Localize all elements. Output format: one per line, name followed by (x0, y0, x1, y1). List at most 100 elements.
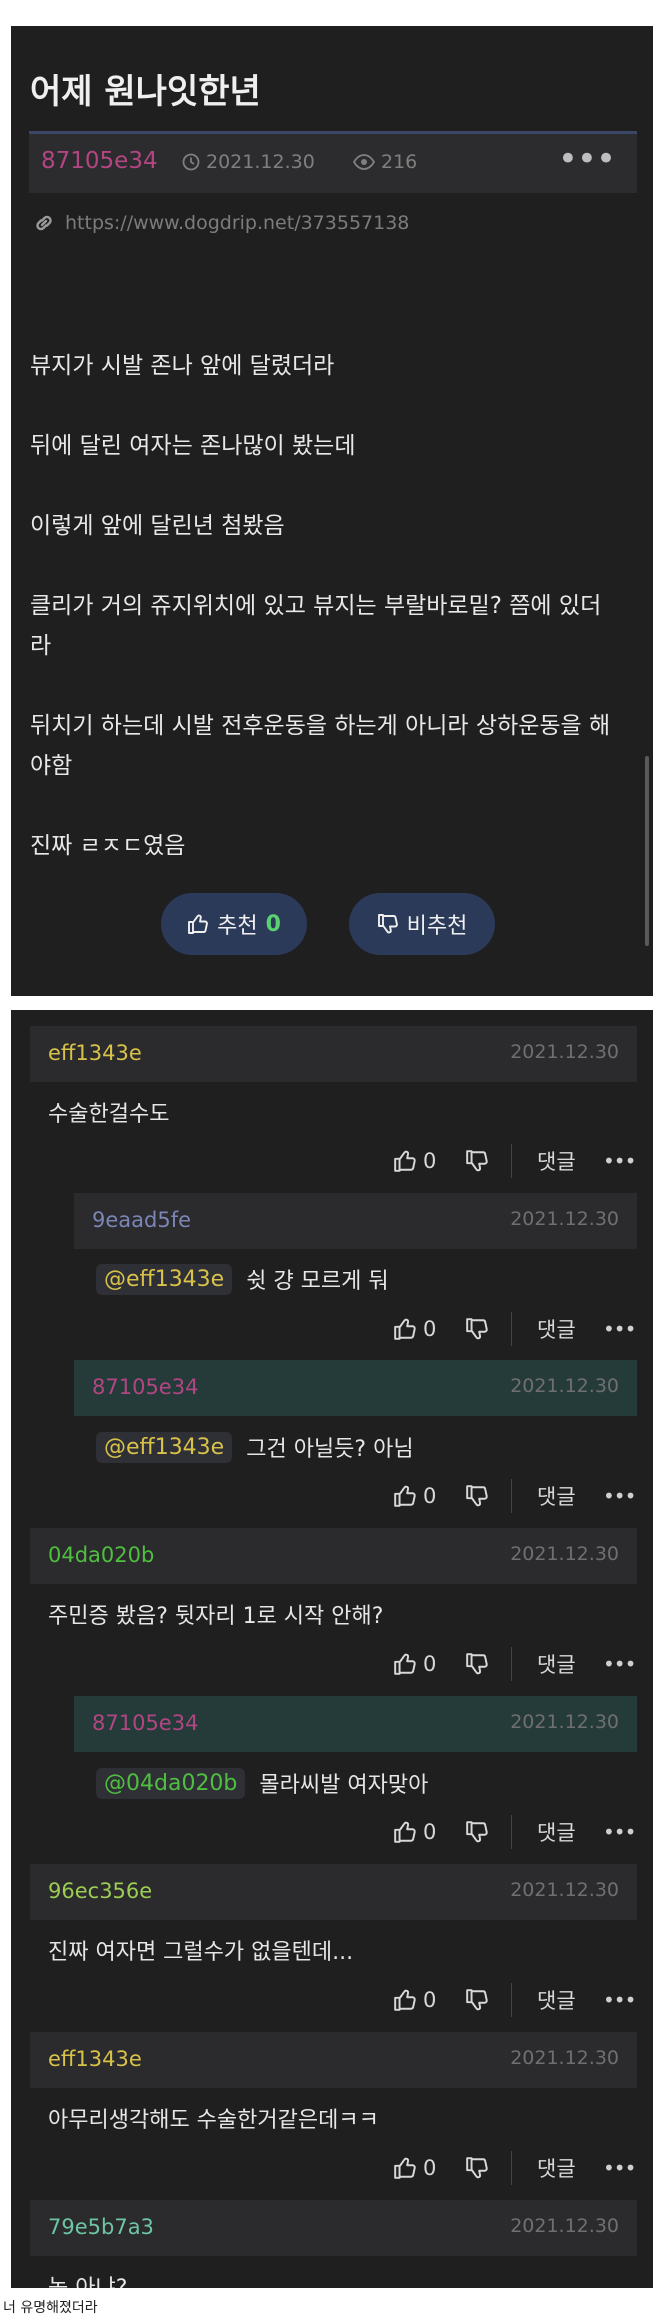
comment-date: 2021.12.30 (510, 2215, 619, 2237)
post-date-text: 2021.12.30 (206, 151, 315, 173)
link-icon (36, 215, 52, 231)
comment-text: 수술한걸수도 (48, 1102, 170, 1127)
thumbs-up-icon (394, 1485, 416, 1507)
comment-like-button[interactable]: 0 (393, 1820, 436, 1844)
comment-reply-button[interactable]: 댓글 (537, 1146, 576, 1176)
comment-actions: 0 댓글 ••• (393, 1476, 653, 1516)
post-body: 뷰지가 시발 존나 앞에 달렸더라 뒤에 달린 여자는 존나많이 봤는데 이렇게… (30, 346, 640, 906)
comment-header: 04da020b 2021.12.30 (30, 1528, 637, 1584)
comment-like-count: 0 (423, 1988, 437, 2012)
comment-like-count: 0 (423, 1820, 437, 1844)
comment-dislike-button[interactable] (465, 1820, 489, 1844)
comment-like-button[interactable]: 0 (393, 1149, 436, 1173)
post-paragraph: 뷰지가 시발 존나 앞에 달렸더라 (30, 353, 335, 379)
action-separator (511, 1815, 512, 1849)
comment-like-count: 0 (423, 1652, 437, 1676)
comment-more-button[interactable]: ••• (603, 1988, 636, 2012)
comment-more-button[interactable]: ••• (603, 1317, 636, 1341)
comment-header: 9eaad5fe 2021.12.30 (74, 1193, 637, 1249)
comment-dislike-button[interactable] (465, 1149, 489, 1173)
comment-mention[interactable]: @04da020b (96, 1767, 246, 1799)
comments-panel: eff1343e 2021.12.30 수술한걸수도 0 댓글 ••• 9eaa… (11, 1010, 653, 2288)
comment-like-count: 0 (423, 2156, 437, 2180)
post-views: 216 (353, 151, 417, 173)
post-link[interactable]: https://www.dogdrip.net/373557138 (33, 212, 409, 234)
comment-date: 2021.12.30 (510, 1543, 619, 1565)
thumbs-down-icon (466, 1821, 488, 1843)
comment-reply-button[interactable]: 댓글 (537, 2153, 576, 2183)
comment-more-button[interactable]: ••• (603, 1820, 636, 1844)
clock-icon (182, 153, 200, 171)
comment-like-count: 0 (423, 1149, 437, 1173)
downvote-label: 비추천 (406, 914, 468, 939)
comment-mention[interactable]: @eff1343e (96, 1431, 233, 1463)
comment-more-button[interactable]: ••• (603, 1652, 636, 1676)
post-paragraph: 이렇게 앞에 달린년 첨봤음 (30, 513, 285, 539)
comment-author[interactable]: 87105e34 (92, 1375, 198, 1399)
upvote-count: 0 (265, 911, 281, 937)
comment-like-button[interactable]: 0 (393, 1988, 436, 2012)
comment-reply-button[interactable]: 댓글 (537, 1817, 576, 1847)
comment-reply-button[interactable]: 댓글 (537, 1314, 576, 1344)
comment-date: 2021.12.30 (510, 1711, 619, 1733)
post-paragraph: 뒤치기 하는데 시발 전후운동을 하는게 아니라 상하운동을 해 야함 (30, 713, 611, 779)
thumbs-up-icon (394, 1653, 416, 1675)
comment-reply-button[interactable]: 댓글 (537, 1481, 576, 1511)
post-views-count: 216 (381, 151, 418, 173)
thumbs-up-icon (394, 1150, 416, 1172)
comment-dislike-button[interactable] (465, 2156, 489, 2180)
post-more-button[interactable]: ••• (558, 139, 616, 179)
thumbs-down-icon (377, 914, 398, 934)
scrollbar-thumb[interactable] (645, 756, 649, 946)
comment-reply-button[interactable]: 댓글 (537, 1649, 576, 1679)
downvote-button[interactable]: 비추천 (349, 893, 495, 955)
comment-like-count: 0 (423, 1317, 437, 1341)
post-url[interactable]: https://www.dogdrip.net/373557138 (65, 212, 409, 234)
comment-author[interactable]: 9eaad5fe (92, 1208, 191, 1232)
comment-dislike-button[interactable] (465, 1652, 489, 1676)
action-separator (511, 1312, 512, 1346)
post-paragraph: 뒤에 달린 여자는 존나많이 봤는데 (30, 433, 356, 459)
comment-author[interactable]: 87105e34 (92, 1711, 198, 1735)
comment-author[interactable]: 79e5b7a3 (48, 2215, 154, 2239)
comment-author[interactable]: eff1343e (48, 2047, 142, 2071)
thumbs-up-icon (394, 2157, 416, 2179)
action-separator (511, 1144, 512, 1178)
comment-dislike-button[interactable] (465, 1317, 489, 1341)
comment-text: 아무리생각해도 수술한거같은데ㅋㅋ (48, 2108, 379, 2133)
action-separator (511, 2151, 512, 2185)
comment-dislike-button[interactable] (465, 1988, 489, 2012)
post-panel: 어제 원나잇한년 87105e34 2021.12.30 216 ••• htt… (11, 26, 653, 996)
comment-author[interactable]: 04da020b (48, 1543, 154, 1567)
upvote-button[interactable]: 추천 0 (161, 893, 307, 955)
comment-header: 87105e34 2021.12.30 (74, 1696, 637, 1752)
comment-like-button[interactable]: 0 (393, 1317, 436, 1341)
comment-like-button[interactable]: 0 (393, 1652, 436, 1676)
comment-dislike-button[interactable] (465, 1484, 489, 1508)
comment-more-button[interactable]: ••• (603, 1484, 636, 1508)
comment-text: 그건 아닐듯? 아님 (246, 1437, 414, 1462)
thumbs-down-icon (466, 1150, 488, 1172)
comment-more-button[interactable]: ••• (603, 2156, 636, 2180)
thumbs-down-icon (466, 1485, 488, 1507)
comment-header: 79e5b7a3 2021.12.30 (30, 2200, 637, 2256)
comment-actions: 0 댓글 ••• (393, 1980, 653, 2020)
comment-body: 주민증 봤음? 뒷자리 1로 시작 안해? (48, 1598, 383, 1630)
comment-body: 놈 아냐? (48, 2270, 127, 2288)
comment-reply-button[interactable]: 댓글 (537, 1985, 576, 2015)
comment-mention[interactable]: @eff1343e (96, 1263, 233, 1295)
comment-more-button[interactable]: ••• (603, 1149, 636, 1173)
comment-date: 2021.12.30 (510, 1041, 619, 1063)
comment-author[interactable]: 96ec356e (48, 1879, 152, 1903)
thumbs-down-icon (466, 1989, 488, 2011)
thumbs-up-icon (394, 1821, 416, 1843)
action-separator (511, 1647, 512, 1681)
comment-date: 2021.12.30 (510, 2047, 619, 2069)
comment-like-button[interactable]: 0 (393, 2156, 436, 2180)
comment-like-button[interactable]: 0 (393, 1484, 436, 1508)
upvote-label: 추천 (217, 914, 258, 939)
comment-author[interactable]: eff1343e (48, 1041, 142, 1065)
comment-text: 쉿 걍 모르게 둬 (246, 1269, 389, 1294)
comment-date: 2021.12.30 (510, 1375, 619, 1397)
post-author[interactable]: 87105e34 (41, 148, 158, 174)
